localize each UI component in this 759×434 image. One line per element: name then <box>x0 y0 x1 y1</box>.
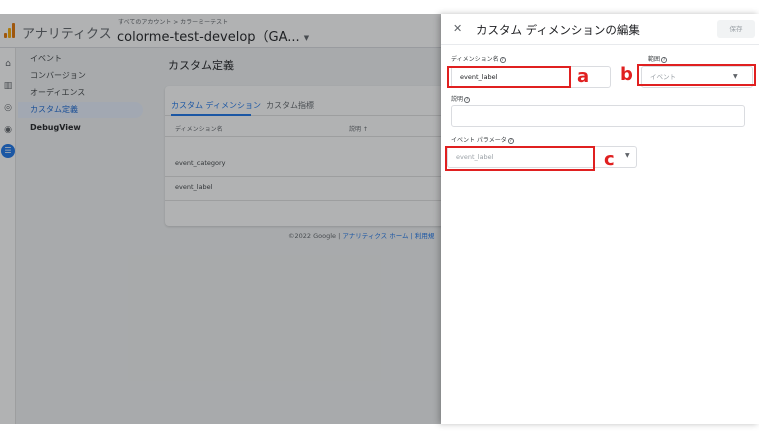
annotation-label-a: a <box>577 66 590 87</box>
description-field[interactable] <box>451 105 745 127</box>
panel-divider <box>441 44 759 45</box>
help-icon[interactable]: ? <box>661 57 668 63</box>
help-icon[interactable]: ? <box>464 97 471 103</box>
save-button[interactable]: 保存 <box>717 20 755 38</box>
description-label: 説明? <box>451 96 471 103</box>
help-icon[interactable]: ? <box>499 57 506 63</box>
annotation-label-b: b <box>620 64 633 85</box>
annotation-box-a <box>447 66 571 88</box>
annotation-box-c <box>445 146 595 171</box>
event-parameter-label: イベント パラメータ? <box>451 137 514 144</box>
modal-scrim[interactable] <box>0 14 441 424</box>
close-icon[interactable]: ✕ <box>453 23 462 35</box>
help-icon[interactable]: ? <box>507 138 514 144</box>
dimension-name-label: ディメンション名? <box>451 56 506 63</box>
annotation-label-c: c <box>604 149 615 170</box>
annotation-box-b <box>637 64 756 86</box>
scope-label: 範囲? <box>648 56 668 63</box>
panel-title: カスタム ディメンションの編集 <box>476 23 640 37</box>
chevron-down-icon: ▼ <box>625 152 630 159</box>
